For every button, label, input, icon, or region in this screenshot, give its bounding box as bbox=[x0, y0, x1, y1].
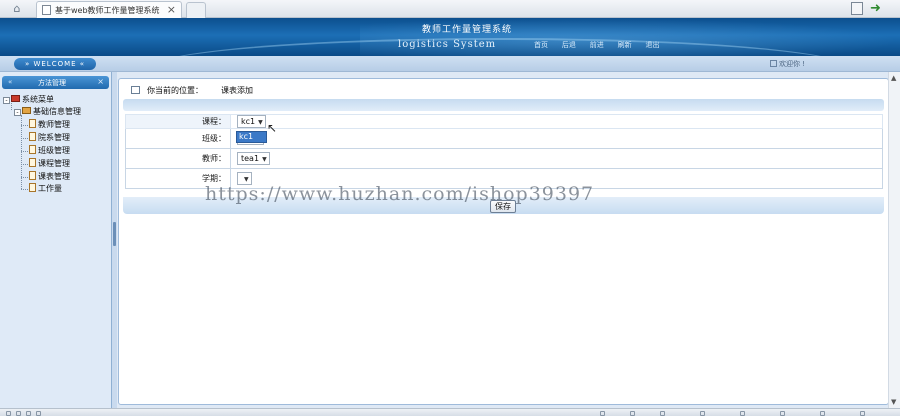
breadcrumb-label: 你当前的位置： bbox=[147, 86, 203, 95]
splitter-handle[interactable] bbox=[113, 222, 116, 246]
sidebar-item-schedules[interactable]: 课表管理 bbox=[29, 171, 70, 183]
sidebar-item-label: 课程管理 bbox=[38, 159, 70, 168]
file-icon bbox=[29, 119, 36, 128]
sidebar: « 方法管理 × - 系统菜单 - 基础信息管理 教师管理 院系管理 班级管理 课程… bbox=[0, 72, 112, 408]
sidebar-item-label: 教师管理 bbox=[38, 120, 70, 129]
sidebar-item-label: 课表管理 bbox=[38, 172, 70, 181]
sidebar-item-departments[interactable]: 院系管理 bbox=[29, 132, 70, 144]
page-icon bbox=[42, 5, 51, 15]
scroll-up-icon[interactable]: ▲ bbox=[891, 74, 896, 82]
folder-icon bbox=[22, 107, 31, 114]
vertical-scrollbar[interactable]: ▲ ▼ bbox=[888, 72, 900, 408]
file-icon bbox=[29, 183, 36, 192]
browser-tab-bar: ⌂ 基于web教师工作量管理系统 × ➜ bbox=[0, 0, 900, 18]
top-nav: 首页 后退 前进 刷新 退出 bbox=[534, 40, 671, 52]
nav-home[interactable]: 首页 bbox=[534, 40, 548, 50]
tab-title: 基于web教师工作量管理系统 bbox=[55, 6, 160, 15]
browser-tab[interactable]: 基于web教师工作量管理系统 × bbox=[36, 1, 182, 18]
new-tab-button[interactable] bbox=[186, 2, 206, 18]
sidebar-splitter[interactable] bbox=[112, 72, 117, 408]
breadcrumb-value: 课表添加 bbox=[221, 86, 253, 95]
chevron-down-icon: ▼ bbox=[258, 119, 263, 126]
sidebar-header: « 方法管理 × bbox=[2, 76, 109, 89]
course-select-value: kc1 bbox=[241, 117, 256, 126]
form-header-band bbox=[123, 99, 884, 111]
tree-group-label: 基础信息管理 bbox=[33, 107, 81, 116]
chevron-down-icon: ▼ bbox=[244, 176, 249, 183]
header-banner: 教师工作量管理系统 logistics System 首页 后退 前进 刷新 退… bbox=[0, 18, 900, 56]
collapse-icon[interactable]: - bbox=[3, 97, 10, 104]
welcome-tab: » WELCOME « bbox=[14, 58, 96, 70]
sidebar-item-workload[interactable]: 工作量 bbox=[29, 183, 62, 195]
course-select[interactable]: kc1 ▼ bbox=[237, 115, 266, 128]
watermark: https://www.huzhan.com/ishop39397 bbox=[205, 183, 595, 205]
file-icon bbox=[29, 132, 36, 141]
user-icon bbox=[770, 60, 777, 67]
class-label: 班级： bbox=[125, 128, 231, 149]
course-label: 课程： bbox=[125, 114, 231, 129]
breadcrumb: 你当前的位置： 课表添加 bbox=[123, 82, 884, 98]
system-subtitle: logistics System bbox=[398, 39, 497, 50]
teacher-label: 教师： bbox=[125, 148, 231, 169]
status-bar bbox=[0, 408, 900, 416]
sidebar-item-label: 工作量 bbox=[38, 184, 62, 193]
nav-back[interactable]: 后退 bbox=[562, 40, 576, 50]
sidebar-item-courses[interactable]: 课程管理 bbox=[29, 158, 70, 170]
home-icon[interactable]: ⌂ bbox=[9, 2, 25, 15]
sidebar-item-classes[interactable]: 班级管理 bbox=[29, 145, 70, 157]
sidebar-item-teachers[interactable]: 教师管理 bbox=[29, 119, 70, 131]
mouse-cursor-icon: ↖ bbox=[267, 121, 278, 135]
back-arrow-icon[interactable]: ➜ bbox=[870, 1, 881, 16]
system-title: 教师工作量管理系统 bbox=[422, 25, 513, 35]
main-panel: 你当前的位置： 课表添加 课程： kc1▼ 班级： bj1▼ 教师： tea1▼… bbox=[118, 78, 889, 405]
sidebar-title: 方法管理 bbox=[38, 79, 66, 87]
file-icon bbox=[29, 171, 36, 180]
sidebar-item-label: 院系管理 bbox=[38, 133, 70, 142]
sidebar-item-label: 班级管理 bbox=[38, 146, 70, 155]
tree-root-label: 系统菜单 bbox=[22, 95, 54, 104]
scroll-down-icon[interactable]: ▼ bbox=[891, 398, 896, 406]
close-icon[interactable]: × bbox=[97, 77, 104, 86]
schedule-form: 课程： kc1▼ 班级： bj1▼ 教师： tea1▼ 学期： ▼ bbox=[125, 114, 883, 189]
location-icon bbox=[131, 86, 140, 94]
teacher-select-value: tea1 bbox=[241, 154, 260, 163]
file-icon bbox=[29, 158, 36, 167]
tree-root[interactable]: - 系统菜单 bbox=[3, 94, 54, 106]
welcome-strip: » WELCOME « 欢迎你 ! bbox=[0, 56, 900, 72]
tree-group[interactable]: - 基础信息管理 bbox=[14, 106, 81, 118]
teacher-select[interactable]: tea1 ▼ bbox=[237, 152, 270, 165]
collapse-icon[interactable]: - bbox=[14, 109, 21, 116]
nav-refresh[interactable]: 刷新 bbox=[618, 40, 632, 50]
tab-close-icon[interactable]: × bbox=[167, 3, 176, 16]
greeting-text: 欢迎你 ! bbox=[779, 60, 806, 68]
folder-icon bbox=[11, 95, 20, 102]
course-dropdown-option[interactable]: kc1 bbox=[236, 131, 267, 143]
chevron-down-icon: ▼ bbox=[262, 156, 267, 163]
greeting: 欢迎你 ! bbox=[770, 59, 805, 69]
page-icon[interactable] bbox=[851, 2, 863, 15]
nav-logout[interactable]: 退出 bbox=[646, 40, 660, 50]
nav-forward[interactable]: 前进 bbox=[590, 40, 604, 50]
file-icon bbox=[29, 145, 36, 154]
collapse-icon[interactable]: « bbox=[8, 78, 12, 86]
